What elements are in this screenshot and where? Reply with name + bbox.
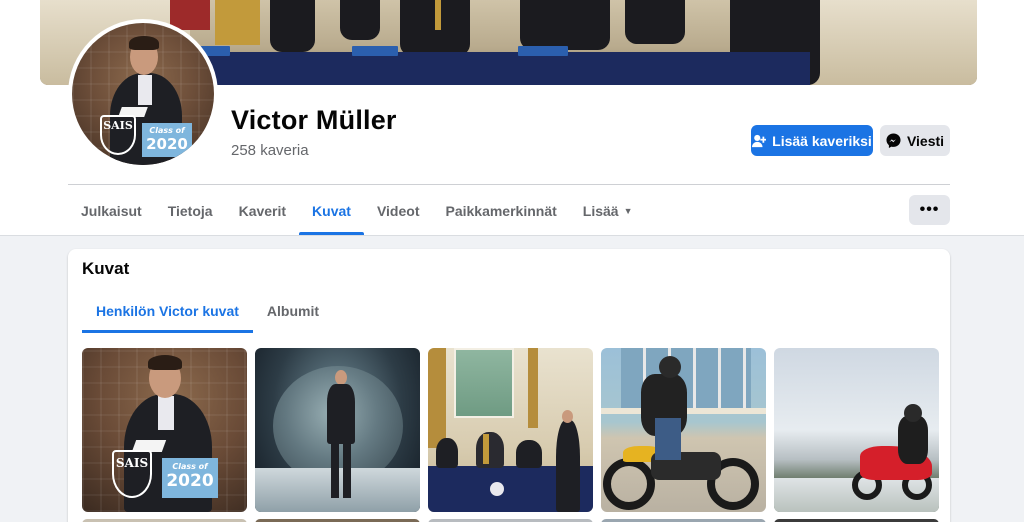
cover-wall-right (810, 0, 977, 85)
photo-tile[interactable] (601, 348, 766, 512)
class-of-2020-badge: Class of 2020 (142, 123, 192, 157)
photo-tile[interactable] (774, 348, 939, 512)
tab-julkaisut[interactable]: Julkaisut (68, 188, 155, 234)
cover-stole (435, 0, 441, 30)
tab-kuvat[interactable]: Kuvat (299, 188, 364, 235)
tab-paikkamerkinnat[interactable]: Paikkamerkinnät (432, 188, 569, 234)
cover-figure (270, 0, 315, 52)
photo-tile[interactable] (255, 348, 420, 512)
profile-avatar[interactable]: SAIS Class of 2020 (68, 19, 218, 169)
photo-tile[interactable] (428, 348, 593, 512)
sais-logo: SAIS (100, 115, 136, 155)
person-add-icon (752, 134, 767, 147)
cover-figure (215, 0, 260, 45)
cover-name-card (352, 46, 398, 56)
photo-tile[interactable]: SAIS Class of 2020 (82, 348, 247, 512)
message-button[interactable]: Viesti (880, 125, 950, 156)
tab-tietoja[interactable]: Tietoja (155, 188, 226, 234)
cover-figure (340, 0, 380, 40)
cover-figure (520, 0, 610, 50)
photos-subtabs: Henkilön Victor kuvat Albumit (82, 289, 333, 334)
caret-down-icon: ▼ (623, 206, 633, 216)
more-options-button[interactable]: ••• (909, 195, 950, 225)
tab-lisaa[interactable]: Lisää ▼ (570, 188, 646, 234)
tab-videot[interactable]: Videot (364, 188, 433, 234)
messenger-icon (886, 133, 901, 148)
header-divider (68, 184, 950, 185)
cover-table (190, 52, 810, 85)
friend-count[interactable]: 258 kaveria (231, 142, 309, 159)
more-horizontal-icon: ••• (919, 201, 940, 218)
subtab-photos-of-victor[interactable]: Henkilön Victor kuvat (82, 289, 253, 333)
avatar-image: SAIS Class of 2020 (72, 23, 214, 165)
photo-grid: SAIS Class of 2020 (82, 348, 939, 512)
cover-figure (625, 0, 685, 44)
message-label: Viesti (906, 132, 945, 149)
profile-tabs: Julkaisut Tietoja Kaverit Kuvat Videot P… (68, 188, 646, 236)
cover-name-card (518, 46, 568, 56)
add-friend-label: Lisää kaveriksi (772, 132, 872, 149)
photos-section-title: Kuvat (82, 259, 130, 278)
photos-card: Kuvat Henkilön Victor kuvat Albumit SAIS… (68, 249, 950, 522)
subtab-albums[interactable]: Albumit (253, 289, 333, 333)
tab-kaverit[interactable]: Kaverit (226, 188, 299, 234)
add-friend-button[interactable]: Lisää kaveriksi (751, 125, 873, 156)
profile-name: Victor Müller (231, 105, 397, 135)
